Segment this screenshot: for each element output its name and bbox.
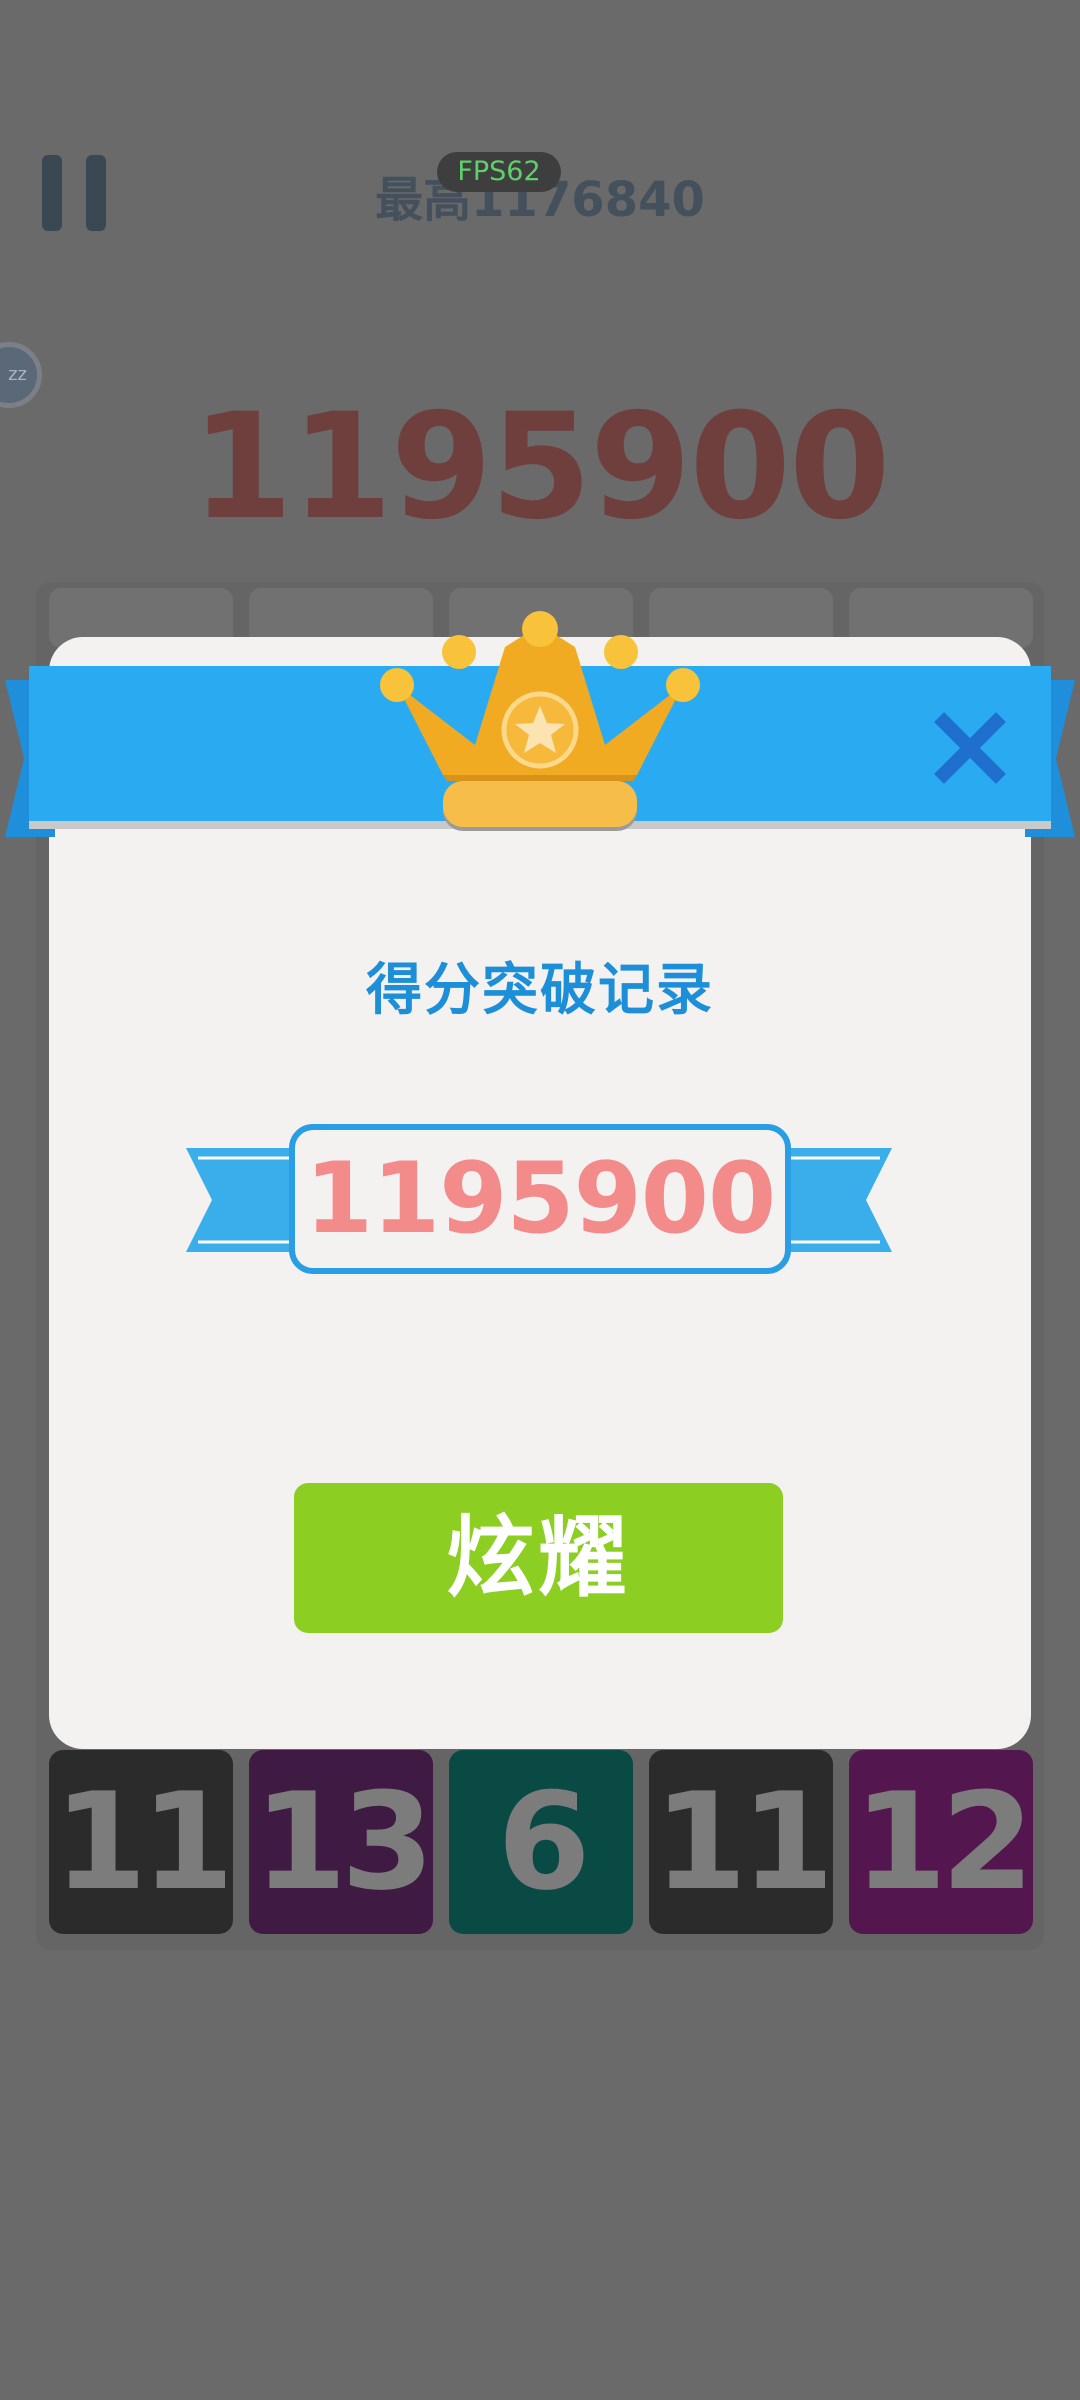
show-off-button[interactable]: 炫耀 bbox=[294, 1483, 783, 1633]
star-icon bbox=[501, 691, 579, 769]
dialog-title: 得分突破记录 bbox=[366, 958, 714, 1023]
board-tile[interactable]: 11 bbox=[649, 1750, 834, 1934]
board-tile[interactable]: 11 bbox=[49, 1750, 234, 1934]
close-icon[interactable] bbox=[932, 710, 1008, 786]
board-tile[interactable]: 6 bbox=[449, 1750, 633, 1934]
record-score: 1195900 bbox=[304, 1142, 776, 1256]
current-score: 1195900 bbox=[191, 382, 890, 552]
fps-counter: FPS62 bbox=[437, 152, 561, 192]
board-tile[interactable]: 12 bbox=[849, 1750, 1034, 1934]
crown-icon bbox=[380, 611, 700, 831]
board-tile[interactable]: 13 bbox=[249, 1750, 434, 1934]
